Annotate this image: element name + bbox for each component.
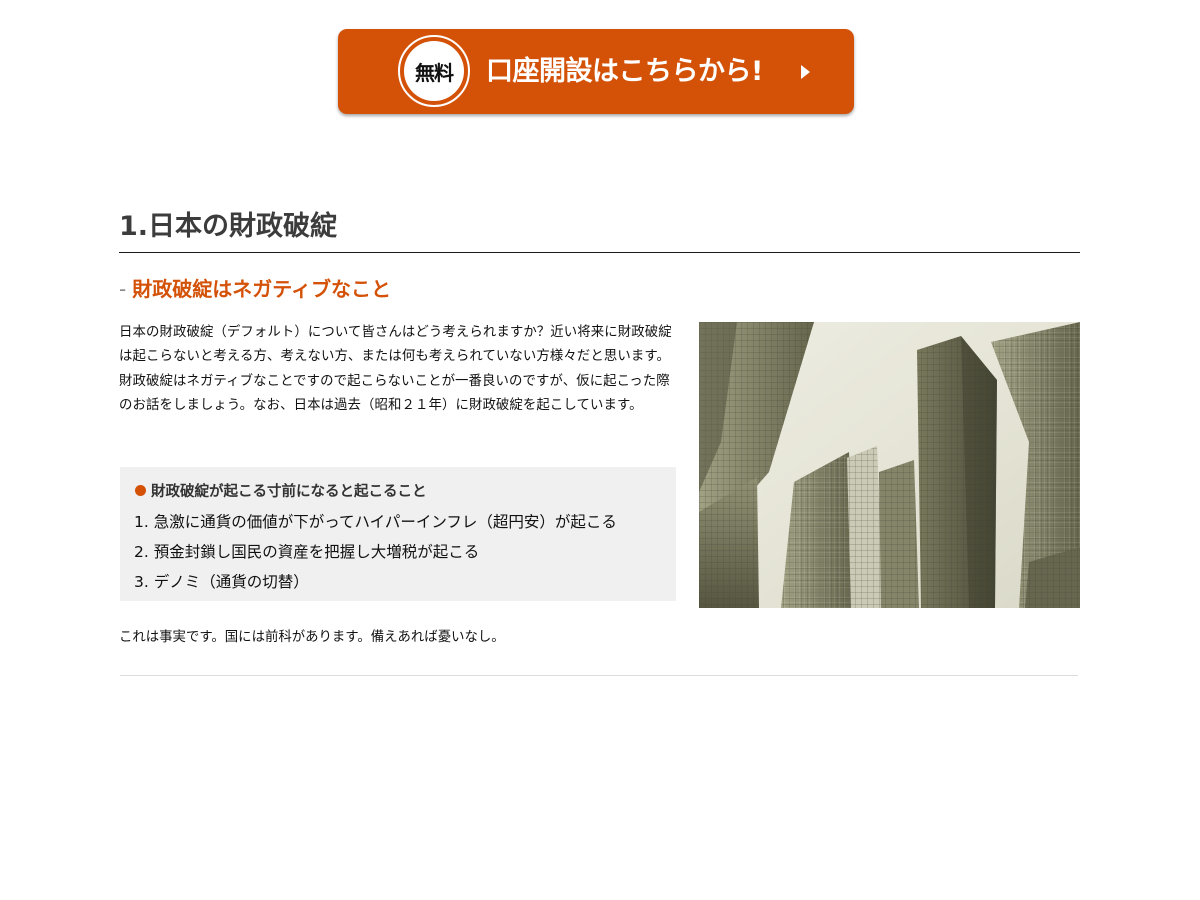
section-subtitle: - 財政破綻はネガティブなこと — [119, 274, 391, 304]
free-badge: 無料 — [398, 35, 470, 107]
list-item: 2. 預金封鎖し国民の資産を把握し大増税が起こる — [134, 543, 480, 561]
list-item: 1. 急激に通貨の価値が下がってハイパーインフレ（超円安）が起こる — [134, 513, 617, 531]
open-account-label: 口座開設はこちらから! — [486, 56, 763, 87]
free-badge-label: 無料 — [404, 41, 464, 101]
section-title: 1.日本の財政破綻 — [119, 206, 1080, 253]
page: 無料 口座開設はこちらから! 1.日本の財政破綻 - 財政破綻はネガティブなこと … — [0, 0, 1200, 900]
play-triangle-icon — [801, 65, 810, 79]
open-account-button[interactable]: 無料 口座開設はこちらから! — [338, 29, 854, 114]
intro-paragraph: 日本の財政破綻（デフォルト）について皆さんはどう考えられますか？近い将来に財政破… — [119, 325, 672, 414]
points-box: 財政破綻が起こる寸前になると起こること 1. 急激に通貨の価値が下がってハイパー… — [120, 467, 676, 601]
skyscrapers-photo — [699, 322, 1080, 608]
list-item: 3. デノミ（通貨の切替） — [134, 573, 309, 591]
points-title: 財政破綻が起こる寸前になると起こること — [134, 479, 662, 501]
points-title-text: 財政破綻が起こる寸前になると起こること — [151, 483, 427, 500]
subtitle-dash: - — [119, 277, 127, 301]
closing-text: これは事実です。国には前科があります。備えあれば憂いなし。 — [119, 630, 505, 645]
bullet-icon — [135, 484, 146, 496]
subtitle-text: 財政破綻はネガティブなこと — [132, 277, 392, 301]
divider — [120, 675, 1078, 676]
